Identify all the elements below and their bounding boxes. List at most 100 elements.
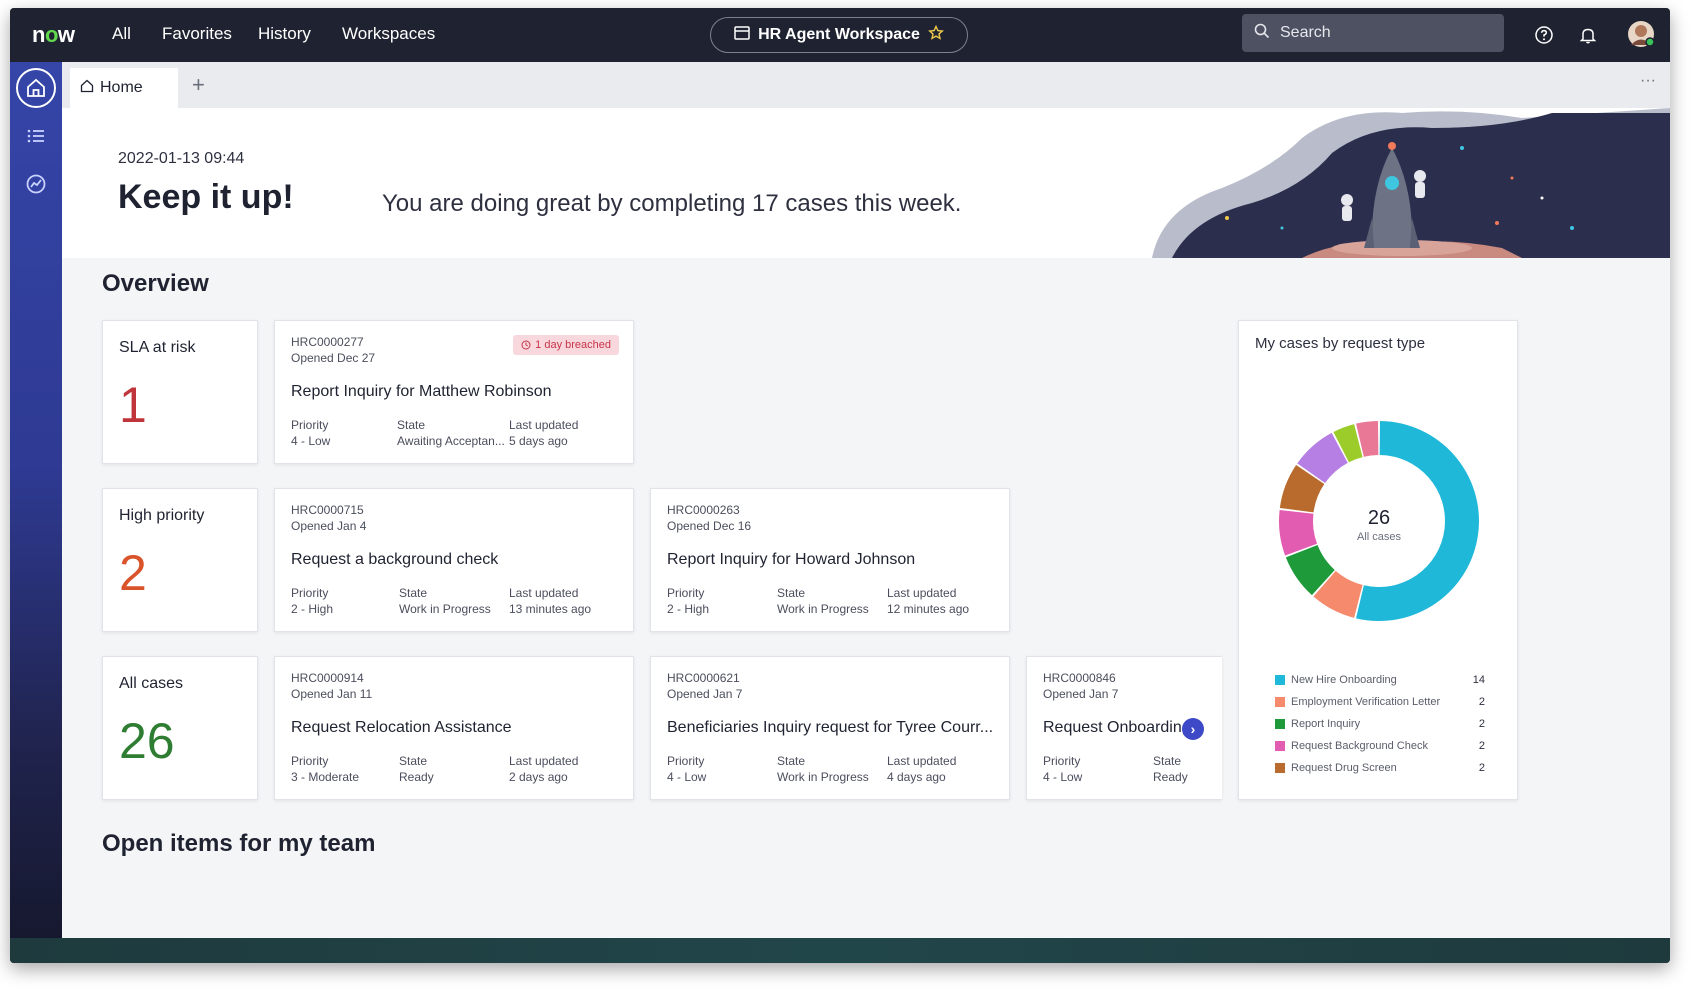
cases-by-type-card: My cases by request type 26 All cases Ne… bbox=[1238, 320, 1518, 800]
sla-at-risk-card[interactable]: SLA at risk 1 bbox=[102, 320, 258, 464]
legend-swatch bbox=[1275, 697, 1285, 707]
tab-home-label: Home bbox=[100, 79, 143, 96]
case-number: HRC0000277 bbox=[291, 335, 364, 349]
high-priority-card[interactable]: High priority 2 bbox=[102, 488, 258, 632]
case-card[interactable]: HRC0000277 Opened Dec 27 1 day breached … bbox=[274, 320, 634, 464]
greeting-banner: 2022-01-13 09:44 Keep it up! You are doi… bbox=[62, 108, 1670, 258]
list-icon[interactable] bbox=[16, 116, 56, 156]
case-number: HRC0000621 bbox=[667, 671, 740, 685]
case-number: HRC0000914 bbox=[291, 671, 364, 685]
case-card[interactable]: HRC0000621 Opened Jan 7 Beneficiaries In… bbox=[650, 656, 1010, 800]
tab-bar: Home + ··· bbox=[62, 62, 1670, 108]
case-priority: Priority 2 - High bbox=[667, 586, 710, 616]
legend-count: 2 bbox=[1478, 696, 1485, 708]
tab-home[interactable]: Home bbox=[70, 68, 178, 108]
case-title[interactable]: Request Relocation Assistance bbox=[291, 719, 621, 737]
case-title[interactable]: Beneficiaries Inquiry request for Tyree … bbox=[667, 719, 997, 737]
case-state: State Work in Progress bbox=[777, 586, 869, 616]
team-items-heading: Open items for my team bbox=[102, 830, 376, 857]
legend-swatch bbox=[1275, 763, 1285, 773]
case-last-updated: Last updated 4 days ago bbox=[887, 754, 957, 784]
workspace-selector[interactable]: HR Agent Workspace bbox=[710, 17, 968, 53]
nav-history[interactable]: History bbox=[258, 24, 311, 44]
workspace-icon bbox=[734, 25, 750, 45]
legend-count: 2 bbox=[1478, 740, 1485, 752]
case-last-updated: Last updated 13 minutes ago bbox=[509, 586, 592, 616]
legend-swatch bbox=[1275, 719, 1285, 729]
search-input[interactable] bbox=[1280, 24, 1480, 42]
case-title[interactable]: Report Inquiry for Howard Johnson bbox=[667, 551, 997, 569]
legend-item[interactable]: Employment Verification Letter 2 bbox=[1275, 696, 1485, 708]
home-tab-icon bbox=[80, 79, 94, 98]
more-options-button[interactable]: ··· bbox=[1640, 72, 1656, 90]
notification-bell-icon[interactable] bbox=[1578, 25, 1598, 45]
case-opened-date: Opened Jan 7 bbox=[1043, 687, 1119, 701]
sla-breached-badge: 1 day breached bbox=[513, 335, 619, 355]
user-avatar[interactable] bbox=[1627, 20, 1655, 48]
now-logo[interactable]: now bbox=[32, 22, 75, 48]
astronaut-illustration bbox=[1152, 108, 1670, 258]
nav-all[interactable]: All bbox=[112, 24, 131, 44]
stat-label: All cases bbox=[119, 675, 184, 692]
case-number: HRC0000846 bbox=[1043, 671, 1116, 685]
donut-total: 26 bbox=[1367, 507, 1391, 529]
home-icon[interactable] bbox=[16, 68, 56, 108]
all-cases-card[interactable]: All cases 26 bbox=[102, 656, 258, 800]
donut-total-label: All cases bbox=[1356, 531, 1402, 543]
analytics-icon[interactable] bbox=[16, 164, 56, 204]
overview-heading: Overview bbox=[102, 270, 209, 297]
legend-item[interactable]: Report Inquiry 2 bbox=[1275, 718, 1485, 730]
main-content: 2022-01-13 09:44 Keep it up! You are doi… bbox=[62, 108, 1670, 938]
favorite-star-icon[interactable] bbox=[927, 24, 944, 46]
stat-label: SLA at risk bbox=[119, 339, 196, 356]
add-tab-button[interactable]: + bbox=[192, 72, 205, 98]
case-number: HRC0000715 bbox=[291, 503, 364, 517]
case-title[interactable]: Report Inquiry for Matthew Robinson bbox=[291, 383, 621, 401]
workspace-title: HR Agent Workspace bbox=[758, 26, 920, 43]
stat-value: 26 bbox=[119, 713, 175, 769]
case-priority: Priority 3 - Moderate bbox=[291, 754, 360, 784]
case-opened-date: Opened Jan 7 bbox=[667, 687, 743, 701]
legend-label: Report Inquiry bbox=[1291, 718, 1361, 730]
case-opened-date: Opened Jan 11 bbox=[291, 687, 373, 701]
legend-label: Employment Verification Letter bbox=[1291, 696, 1441, 708]
left-rail bbox=[10, 62, 62, 963]
nav-workspaces[interactable]: Workspaces bbox=[342, 24, 435, 44]
legend-item[interactable]: New Hire Onboarding 14 bbox=[1275, 674, 1485, 686]
next-cases-button[interactable]: › bbox=[1182, 718, 1204, 740]
stat-value: 1 bbox=[119, 377, 147, 433]
case-number: HRC0000263 bbox=[667, 503, 740, 517]
case-card[interactable]: HRC0000914 Opened Jan 11 Request Relocat… bbox=[274, 656, 634, 800]
legend-label: New Hire Onboarding bbox=[1291, 674, 1397, 686]
app-window: now All Favorites History Workspaces HR … bbox=[10, 8, 1670, 963]
case-priority: Priority 4 - Low bbox=[667, 754, 707, 784]
case-last-updated: Last updated 5 days ago bbox=[509, 418, 579, 448]
legend-item[interactable]: Request Drug Screen 2 bbox=[1275, 762, 1485, 774]
badge-text: 1 day breached bbox=[535, 339, 611, 351]
clock-icon bbox=[521, 340, 531, 350]
global-search[interactable] bbox=[1242, 14, 1504, 52]
case-card[interactable]: HRC0000263 Opened Dec 16 Report Inquiry … bbox=[650, 488, 1010, 632]
legend-swatch bbox=[1275, 741, 1285, 751]
case-state: State Work in Progress bbox=[399, 586, 491, 616]
case-state: State Ready bbox=[1153, 754, 1188, 784]
case-state: State Work in Progress bbox=[777, 754, 869, 784]
legend-count: 14 bbox=[1472, 674, 1485, 686]
nav-favorites[interactable]: Favorites bbox=[162, 24, 232, 44]
legend-count: 2 bbox=[1478, 762, 1485, 774]
help-icon[interactable] bbox=[1534, 25, 1554, 45]
case-priority: Priority 2 - High bbox=[291, 586, 334, 616]
bottom-strip bbox=[10, 938, 1670, 963]
case-title[interactable]: Request a background check bbox=[291, 551, 621, 569]
banner-timestamp: 2022-01-13 09:44 bbox=[118, 150, 245, 167]
legend-item[interactable]: Request Background Check 2 bbox=[1275, 740, 1485, 752]
legend-swatch bbox=[1275, 675, 1285, 685]
banner-heading: Keep it up! bbox=[118, 178, 294, 216]
case-card[interactable]: HRC0000715 Opened Jan 4 Request a backgr… bbox=[274, 488, 634, 632]
donut-title: My cases by request type bbox=[1255, 335, 1426, 352]
case-opened-date: Opened Dec 27 bbox=[291, 351, 376, 365]
case-last-updated: Last updated 12 minutes ago bbox=[887, 586, 970, 616]
legend-label: Request Background Check bbox=[1291, 740, 1428, 752]
stat-label: High priority bbox=[119, 507, 205, 524]
case-state: State Ready bbox=[399, 754, 434, 784]
